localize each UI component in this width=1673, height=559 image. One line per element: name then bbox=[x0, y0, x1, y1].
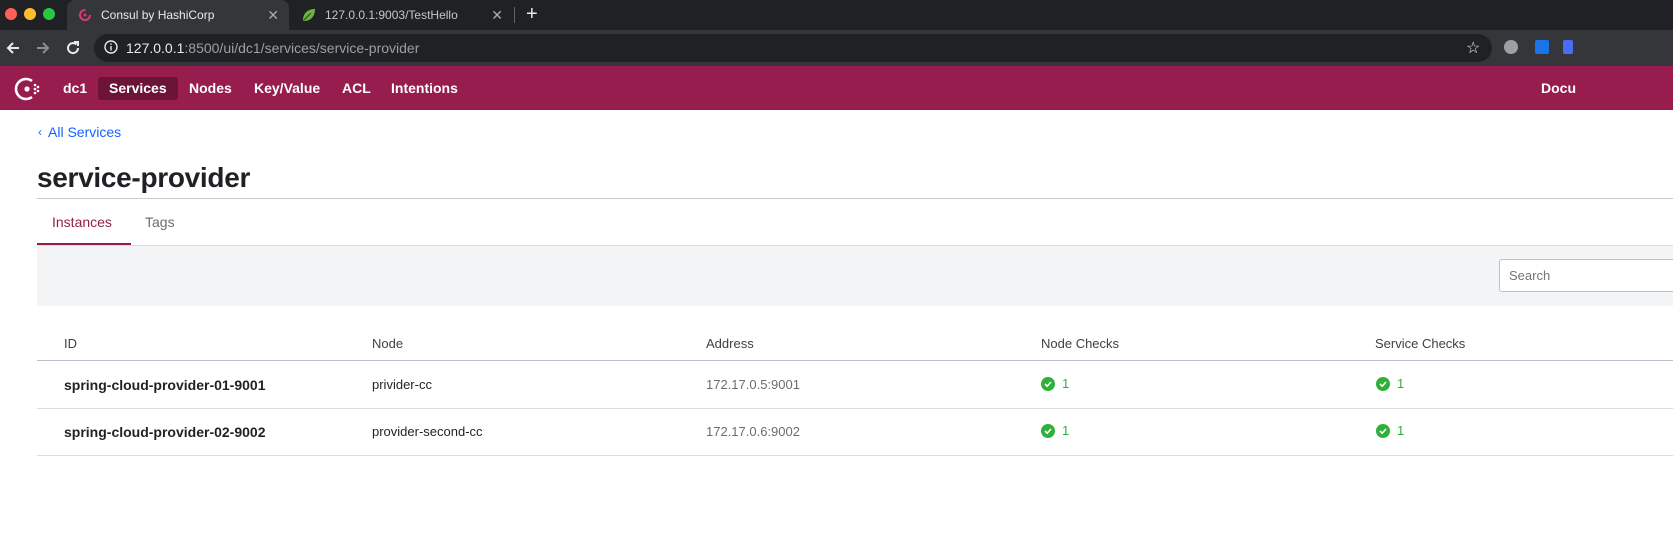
spring-leaf-icon bbox=[301, 7, 317, 23]
close-window-button[interactable] bbox=[5, 8, 17, 20]
tab-tags[interactable]: Tags bbox=[145, 199, 175, 245]
row-divider bbox=[37, 408, 1673, 409]
passing-check-icon bbox=[1376, 376, 1390, 391]
passing-check-icon bbox=[1041, 423, 1055, 438]
table-header-divider bbox=[37, 360, 1673, 361]
forward-arrow-icon[interactable] bbox=[31, 36, 55, 60]
service-checks-count: 1 bbox=[1397, 376, 1405, 391]
minimize-window-button[interactable] bbox=[24, 8, 36, 20]
filter-bar bbox=[37, 246, 1673, 306]
browser-tab-consul[interactable]: Consul by HashiCorp ✕ bbox=[67, 0, 289, 30]
passing-check-icon bbox=[1376, 423, 1390, 438]
instance-node[interactable]: provider-second-cc bbox=[372, 424, 483, 439]
bookmark-star-icon[interactable]: ☆ bbox=[1466, 38, 1480, 58]
service-checks-status: 1 bbox=[1376, 376, 1404, 391]
column-header-service-checks: Service Checks bbox=[1375, 336, 1466, 351]
extension-icon[interactable] bbox=[1563, 40, 1573, 54]
node-checks-status: 1 bbox=[1041, 376, 1069, 391]
extension-translate-icon[interactable] bbox=[1535, 40, 1549, 54]
page-title: service-provider bbox=[37, 162, 251, 193]
column-header-id: ID bbox=[64, 336, 77, 351]
instance-id[interactable]: spring-cloud-provider-02-9002 bbox=[64, 424, 266, 440]
tab-title: Consul by HashiCorp bbox=[101, 8, 215, 22]
nav-acl[interactable]: ACL bbox=[331, 77, 382, 100]
search-input[interactable] bbox=[1499, 259, 1673, 292]
service-checks-count: 1 bbox=[1397, 423, 1405, 438]
datacenter-selector[interactable]: dc1 bbox=[52, 77, 98, 100]
row-divider bbox=[37, 455, 1673, 456]
node-checks-status: 1 bbox=[1041, 423, 1069, 438]
url-host: 127.0.0.1 bbox=[126, 40, 185, 56]
tab-instances[interactable]: Instances bbox=[37, 199, 131, 245]
instance-address: 172.17.0.5:9001 bbox=[706, 377, 800, 392]
close-tab-icon[interactable]: ✕ bbox=[491, 7, 503, 23]
instance-id[interactable]: spring-cloud-provider-01-9001 bbox=[64, 377, 266, 393]
consul-favicon-icon bbox=[77, 7, 93, 23]
nav-intentions[interactable]: Intentions bbox=[380, 77, 469, 100]
instance-address: 172.17.0.6:9002 bbox=[706, 424, 800, 439]
url-text[interactable]: 127.0.0.1:8500/ui/dc1/services/service-p… bbox=[126, 40, 419, 56]
back-arrow-icon[interactable] bbox=[1, 36, 25, 60]
maximize-window-button[interactable] bbox=[43, 8, 55, 20]
nav-services[interactable]: Services bbox=[98, 77, 178, 100]
breadcrumb-all-services[interactable]: All Services bbox=[48, 124, 121, 140]
browser-tab-bar: Consul by HashiCorp ✕ 127.0.0.1:9003/Tes… bbox=[0, 0, 1673, 30]
tab-title: 127.0.0.1:9003/TestHello bbox=[325, 8, 458, 22]
consul-logo-icon[interactable] bbox=[14, 75, 42, 108]
chevron-left-icon: ‹ bbox=[38, 125, 42, 139]
close-tab-icon[interactable]: ✕ bbox=[267, 7, 279, 23]
site-info-icon[interactable] bbox=[104, 40, 118, 59]
nav-key-value[interactable]: Key/Value bbox=[243, 77, 331, 100]
service-checks-status: 1 bbox=[1376, 423, 1404, 438]
content-tabs: Instances Tags bbox=[37, 199, 1673, 246]
passing-check-icon bbox=[1041, 376, 1055, 391]
node-checks-count: 1 bbox=[1062, 423, 1070, 438]
nav-nodes[interactable]: Nodes bbox=[178, 77, 243, 100]
node-checks-count: 1 bbox=[1062, 376, 1070, 391]
tab-separator bbox=[514, 7, 515, 23]
nav-documentation[interactable]: Docu bbox=[1530, 77, 1587, 100]
column-header-address: Address bbox=[706, 336, 754, 351]
extension-globe-icon[interactable] bbox=[1504, 40, 1518, 54]
new-tab-plus-icon[interactable]: + bbox=[526, 3, 538, 25]
browser-tab-testhello[interactable]: 127.0.0.1:9003/TestHello ✕ bbox=[293, 0, 513, 30]
url-path: :8500/ui/dc1/services/service-provider bbox=[184, 40, 420, 56]
column-header-node-checks: Node Checks bbox=[1041, 336, 1120, 351]
breadcrumb[interactable]: ‹ All Services bbox=[38, 124, 121, 140]
consul-top-nav: dc1 Services Nodes Key/Value ACL Intenti… bbox=[0, 66, 1673, 110]
instance-node[interactable]: privider-cc bbox=[372, 377, 432, 392]
reload-icon[interactable] bbox=[61, 36, 85, 60]
column-header-node: Node bbox=[372, 336, 404, 351]
